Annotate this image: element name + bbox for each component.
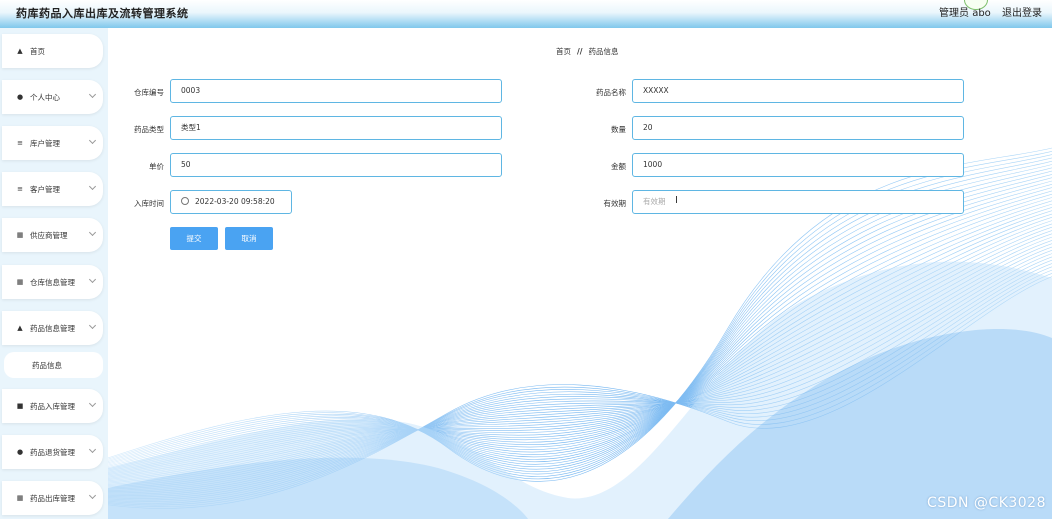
unit-price-input[interactable]: 50 — [170, 153, 502, 177]
sidebar-item-warehouse[interactable]: ▦ 仓库信息管理 — [2, 265, 103, 299]
list-icon: ≡ — [17, 185, 23, 193]
list-icon: ≡ — [17, 139, 23, 147]
header-right: 管理员 abo 退出登录 — [931, 4, 1042, 19]
logout-link[interactable]: 退出登录 — [1002, 8, 1042, 19]
breadcrumb-current: 药品信息 — [588, 47, 619, 56]
chevron-down-icon — [88, 90, 97, 99]
app-title: 药库药品入库出库及流转管理系统 — [16, 7, 189, 20]
text-cursor-icon: I — [675, 195, 678, 206]
sidebar-item-label: 药品出库管理 — [30, 493, 75, 503]
user-icon: ● — [16, 93, 24, 101]
breadcrumb-separator: // — [577, 47, 583, 56]
sidebar-item-personal[interactable]: ● 个人中心 — [2, 80, 103, 114]
cancel-button[interactable]: 取消 — [225, 227, 273, 250]
sidebar-item-label: 库户管理 — [30, 138, 60, 148]
warehouse-no-input[interactable]: 0003 — [170, 79, 502, 103]
sidebar-item-customer[interactable]: ≡ 客户管理 — [2, 172, 103, 206]
sidebar-item-label: 药品退货管理 — [30, 447, 75, 457]
grid-icon: ▦ — [16, 278, 24, 286]
watermark: CSDN @CK3028 — [927, 495, 1046, 511]
user-name: 管理员 abo — [939, 8, 991, 19]
expiry-placeholder: 有效期 — [643, 197, 666, 206]
sidebar-item-account[interactable]: ≡ 库户管理 — [2, 126, 103, 160]
unit-price-label: 单价 — [149, 162, 164, 171]
sidebar-item-drug-info[interactable]: ▲ 药品信息管理 — [2, 311, 103, 345]
warehouse-no-label: 仓库编号 — [134, 88, 164, 97]
drug-type-label: 药品类型 — [134, 125, 164, 134]
expiry-input[interactable]: 有效期 I — [632, 190, 964, 214]
sidebar-item-return[interactable]: ● 药品退货管理 — [2, 435, 103, 469]
sidebar-item-label: 个人中心 — [30, 92, 60, 102]
amount-input[interactable]: 1000 — [632, 153, 964, 177]
sidebar-item-stock-in[interactable]: ■ 药品入库管理 — [2, 389, 103, 423]
submit-button[interactable]: 提交 — [170, 227, 218, 250]
expiry-label: 有效期 — [603, 199, 627, 208]
stock-in-time-label: 入库时间 — [134, 199, 164, 208]
chevron-down-icon — [88, 491, 97, 500]
user-icon: ● — [16, 448, 24, 456]
drug-type-input[interactable]: 类型1 — [170, 116, 502, 140]
sidebar-item-label: 仓库信息管理 — [30, 277, 75, 287]
drug-name-input[interactable]: XXXXX — [632, 79, 964, 103]
breadcrumb-home[interactable]: 首页 — [556, 47, 571, 56]
main-content: 首页 // 药品信息 仓库编号 0003 药品名称 XXXXX 药品类型 类型1 数… — [108, 28, 1052, 519]
chevron-down-icon — [88, 275, 97, 284]
quantity-input[interactable]: 20 — [632, 116, 964, 140]
chevron-down-icon — [88, 228, 97, 237]
sidebar-item-label: 供应商管理 — [30, 230, 68, 240]
home-icon: ▲ — [17, 47, 23, 55]
chevron-down-icon — [88, 136, 97, 145]
sidebar-item-stock-out[interactable]: ▦ 药品出库管理 — [2, 481, 103, 515]
sidebar-item-label: 药品信息 — [32, 360, 62, 370]
sidebar-item-supplier[interactable]: ▦ 供应商管理 — [2, 218, 103, 252]
top-header: 药库药品入库出库及流转管理系统 管理员 abo 退出登录 — [0, 0, 1052, 28]
amount-label: 金额 — [611, 162, 626, 171]
clock-icon — [181, 197, 189, 205]
breadcrumb: 首页 // 药品信息 — [556, 46, 618, 57]
sidebar-subitem-drug-info[interactable]: 药品信息 — [4, 352, 103, 378]
chevron-down-icon — [88, 399, 97, 408]
chevron-down-icon — [88, 182, 97, 191]
grid-icon: ▦ — [16, 231, 24, 239]
grid-icon: ▦ — [16, 494, 24, 502]
box-icon: ■ — [16, 402, 24, 410]
drug-name-label: 药品名称 — [596, 88, 626, 97]
sidebar-item-label: 客户管理 — [30, 184, 60, 194]
sidebar-item-label: 药品入库管理 — [30, 401, 75, 411]
upload-icon: ▲ — [17, 324, 23, 332]
quantity-label: 数量 — [611, 125, 626, 134]
chevron-down-icon — [88, 445, 97, 454]
sidebar: ▲ 首页 ● 个人中心 ≡ 库户管理 ≡ 客户管理 ▦ 供应商管理 ▦ 仓库信息… — [0, 28, 108, 519]
sidebar-item-home[interactable]: ▲ 首页 — [2, 34, 103, 68]
sidebar-item-label: 药品信息管理 — [30, 323, 75, 333]
sidebar-item-label: 首页 — [30, 46, 45, 56]
chevron-down-icon — [88, 321, 97, 330]
stock-in-time-picker[interactable]: 2022-03-20 09:58:20 — [170, 190, 292, 214]
stock-in-time-value: 2022-03-20 09:58:20 — [195, 197, 275, 206]
